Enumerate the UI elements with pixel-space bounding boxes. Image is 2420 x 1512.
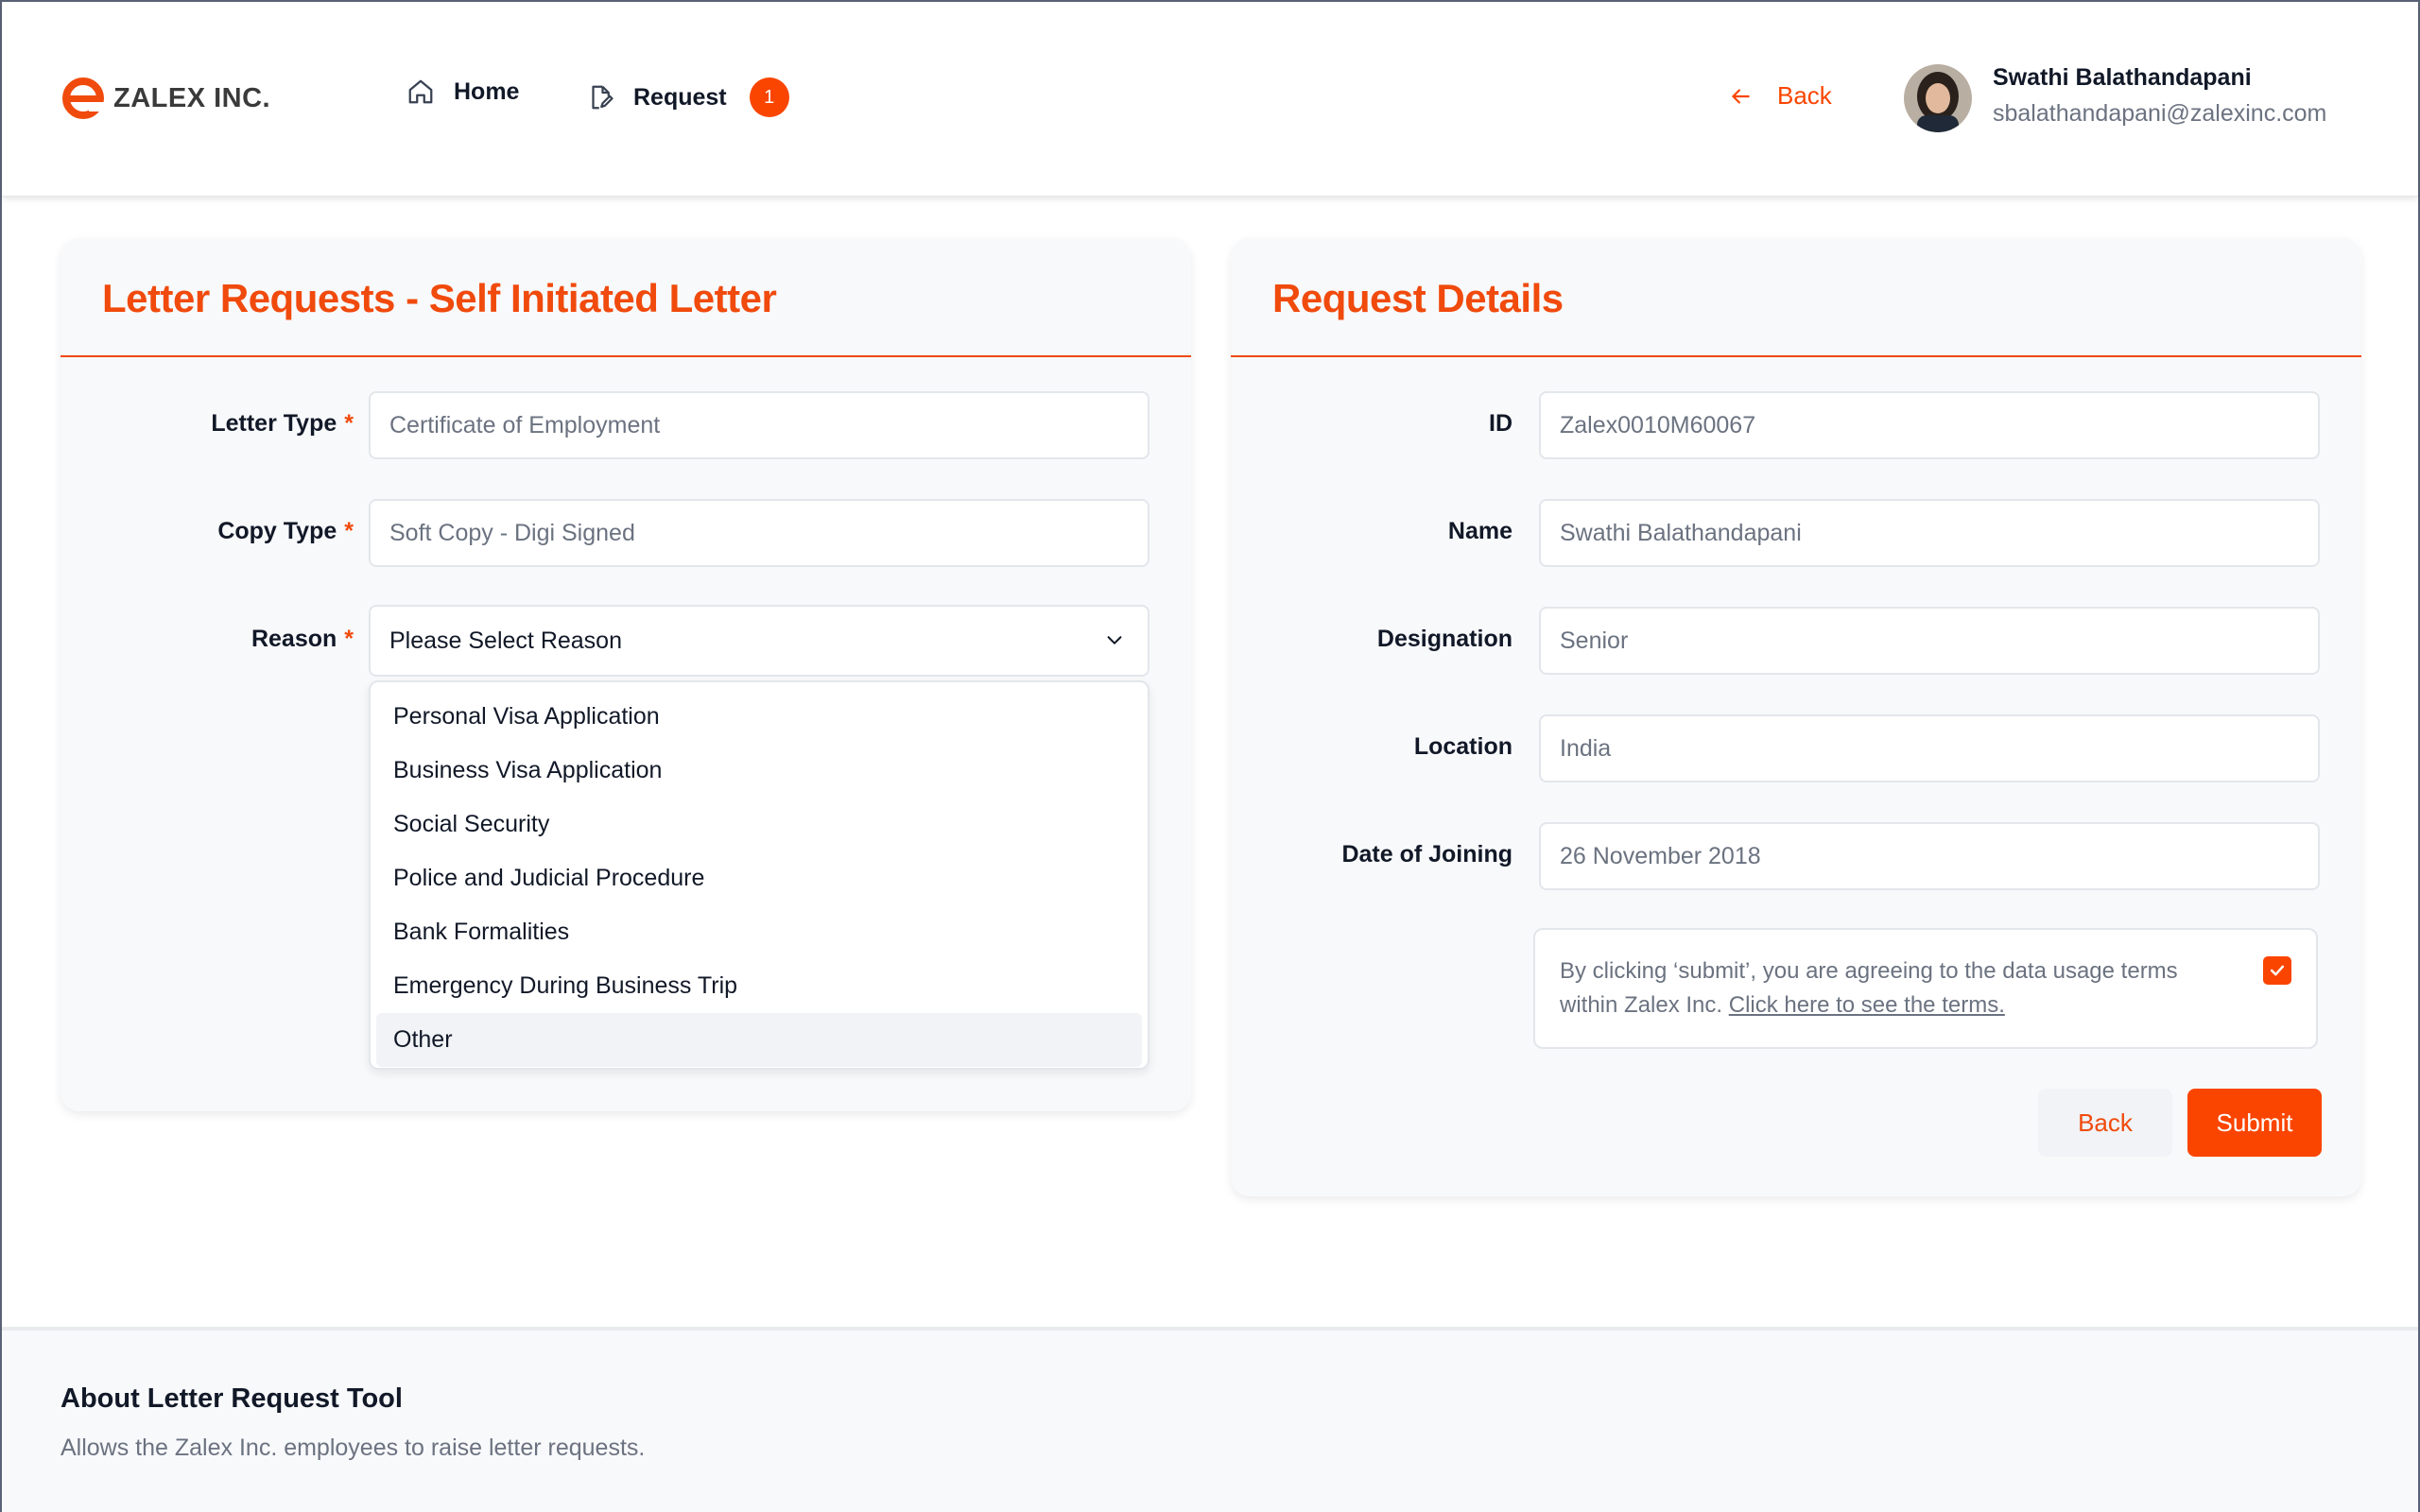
header-back-label: Back <box>1777 81 1832 110</box>
page-footer: About Letter Request Tool Allows the Zal… <box>2 1327 2418 1512</box>
user-email: sbalathandapani@zalexinc.com <box>1993 100 2327 127</box>
date-of-joining-field[interactable]: 26 November 2018 <box>1539 822 2320 890</box>
copy-type-label: Copy Type * <box>217 518 354 544</box>
name-field[interactable]: Swathi Balathandapani <box>1539 499 2320 567</box>
location-field[interactable]: India <box>1539 714 2320 782</box>
letter-request-card: Letter Requests - Self Initiated Letter … <box>60 238 1191 1111</box>
title-divider <box>1231 355 2361 357</box>
reason-option[interactable]: Business Visa Application <box>376 744 1142 798</box>
request-count-badge: 1 <box>749 77 789 117</box>
reason-dropdown-menu: Personal Visa Application Business Visa … <box>369 680 1150 1070</box>
reason-option[interactable]: Social Security <box>376 798 1142 851</box>
nav-request[interactable]: Request 1 <box>586 77 789 117</box>
brand-name: ZALEX INC. <box>113 82 271 113</box>
request-details-title: Request Details <box>1272 276 1564 320</box>
top-header: ZALEX INC. Home Request 1 Back Swathi Ba… <box>2 2 2418 197</box>
terms-consent-box: By clicking ‘submit’, you are agreeing t… <box>1533 928 2318 1049</box>
checkmark-icon <box>2270 965 2285 976</box>
reason-select-value: Please Select Reason <box>389 627 622 654</box>
nav-home-label: Home <box>454 77 520 105</box>
id-field[interactable]: Zalex0010M60067 <box>1539 391 2320 459</box>
reason-option[interactable]: Personal Visa Application <box>376 690 1142 744</box>
header-back-link[interactable]: Back <box>1728 81 1832 111</box>
reason-option[interactable]: Emergency During Business Trip <box>376 959 1142 1013</box>
arrow-left-icon <box>1732 88 1750 104</box>
back-button[interactable]: Back <box>2038 1089 2172 1157</box>
chevron-down-icon <box>1107 636 1122 644</box>
letter-request-title: Letter Requests - Self Initiated Letter <box>102 276 777 320</box>
designation-label: Designation <box>1376 626 1512 652</box>
letter-type-label: Letter Type * <box>211 410 354 437</box>
terms-text: By clicking ‘submit’, you are agreeing t… <box>1560 954 2221 1022</box>
letter-type-field[interactable]: Certificate of Employment <box>369 391 1150 459</box>
footer-description: Allows the Zalex Inc. employees to raise… <box>60 1435 646 1461</box>
reason-select[interactable]: Please Select Reason <box>369 605 1150 677</box>
user-name: Swathi Balathandapani <box>1993 64 2252 91</box>
avatar[interactable] <box>1904 64 1972 132</box>
reason-option-highlighted[interactable]: Other <box>376 1013 1142 1067</box>
name-label: Name <box>1447 518 1512 544</box>
copy-type-field[interactable]: Soft Copy - Digi Signed <box>369 499 1150 567</box>
reason-label: Reason * <box>251 626 354 652</box>
company-logo[interactable]: ZALEX INC. <box>60 76 270 121</box>
request-details-card: Request Details ID Zalex0010M60067 Name … <box>1231 238 2361 1196</box>
document-edit-icon <box>592 85 614 110</box>
reason-option[interactable]: Police and Judicial Procedure <box>376 851 1142 905</box>
title-divider <box>60 355 1191 357</box>
id-label: ID <box>1489 410 1512 437</box>
zalex-logo-icon <box>62 77 104 119</box>
footer-title: About Letter Request Tool <box>60 1383 403 1414</box>
user-avatar-image <box>1904 64 1972 132</box>
location-label: Location <box>1413 733 1512 760</box>
reason-option[interactable]: Bank Formalities <box>376 905 1142 959</box>
terms-link[interactable]: Click here to see the terms. <box>1729 992 2005 1018</box>
submit-button[interactable]: Submit <box>2187 1089 2322 1157</box>
home-icon <box>408 79 433 104</box>
designation-field[interactable]: Senior <box>1539 607 2320 675</box>
date-of-joining-label: Date of Joining <box>1341 841 1512 868</box>
nav-request-label: Request <box>633 83 727 111</box>
terms-checkbox[interactable] <box>2263 956 2291 985</box>
nav-home[interactable]: Home <box>406 77 519 106</box>
